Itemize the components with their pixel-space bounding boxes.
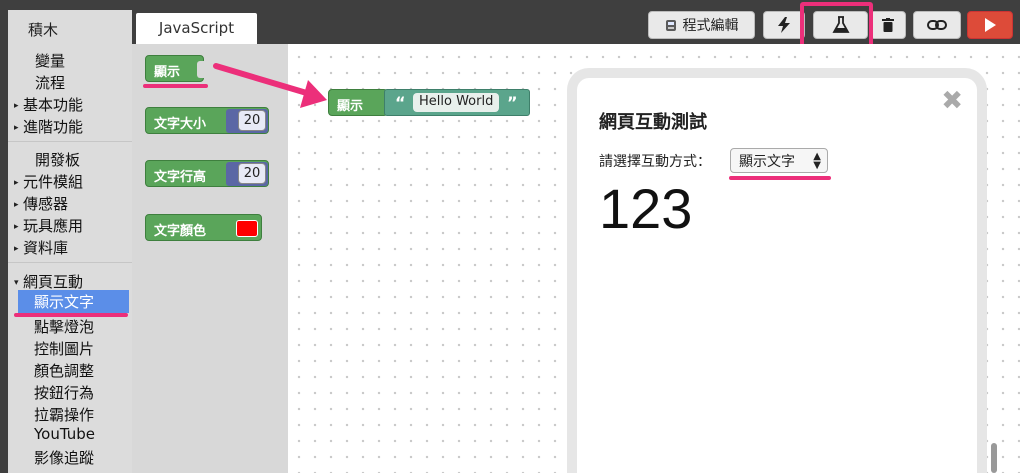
- tab-javascript[interactable]: JavaScript: [136, 13, 257, 44]
- sidebar-item-label: 顯示文字: [34, 293, 95, 311]
- sidebar-subitem-control-image[interactable]: 控制圖片: [34, 338, 94, 359]
- trash-icon: [882, 18, 894, 32]
- sidebar-subitem-color-adjust[interactable]: 顏色調整: [34, 360, 94, 381]
- sidebar-item-toys[interactable]: ▸ 玩具應用: [14, 215, 83, 236]
- sidebar-item-advanced[interactable]: ▸ 進階功能: [14, 116, 83, 137]
- interaction-mode-select[interactable]: 顯示文字 ▲ ▼: [730, 148, 828, 173]
- sidebar-subitem-slider[interactable]: 拉霸操作: [34, 404, 94, 425]
- text-string-block[interactable]: “ Hello World ”: [384, 89, 530, 116]
- select-underline: [729, 176, 831, 180]
- expand-arrow-icon: ▸: [14, 178, 19, 188]
- delete-button[interactable]: [870, 11, 906, 39]
- sidebar-item-components[interactable]: ▸ 元件模組: [14, 171, 83, 192]
- sidebar-subitem-click-bulb[interactable]: 點擊燈泡: [34, 316, 94, 337]
- expand-arrow-icon: ▸: [14, 244, 19, 254]
- line-height-block[interactable]: 文字行高 20: [145, 160, 269, 187]
- robot-icon: [665, 20, 676, 31]
- workspace-show-block[interactable]: 顯示: [328, 89, 388, 116]
- sidebar-divider: [8, 262, 132, 263]
- block-category-sidebar: 變量 流程 ▸ 基本功能 ▸ 進階功能 開發板 ▸ 元件模組 ▸ 傳感器 ▸ 玩具應用 ▸…: [8, 44, 132, 473]
- flash-button[interactable]: [763, 11, 805, 39]
- sidebar-subitem-image-tracking[interactable]: 影像追蹤: [34, 447, 94, 468]
- panel-scrollbar[interactable]: [991, 443, 997, 473]
- lightning-icon: [778, 17, 790, 33]
- close-quote-icon: ”: [507, 93, 518, 112]
- tab-blocks[interactable]: 積木: [8, 10, 132, 44]
- sidebar-subitem-youtube[interactable]: YouTube: [34, 425, 95, 443]
- sidebar-item-dev-board[interactable]: 開發板: [26, 149, 80, 170]
- sidebar-divider: [8, 141, 132, 142]
- sidebar-item-database[interactable]: ▸ 資料庫: [14, 237, 68, 258]
- expand-arrow-icon: ▸: [14, 101, 19, 111]
- interaction-mode-label: 請選擇互動方式：: [599, 154, 711, 170]
- code-edit-button[interactable]: 程式編輯: [648, 11, 755, 39]
- sidebar-subitem-button-behavior[interactable]: 按鈕行為: [34, 382, 94, 403]
- hello-world-text-field[interactable]: Hello World: [413, 93, 500, 112]
- font-color-swatch[interactable]: [236, 220, 258, 237]
- sidebar-item-sensors[interactable]: ▸ 傳感器: [14, 193, 68, 214]
- share-link-button[interactable]: [913, 11, 961, 39]
- display-value: 123: [599, 177, 693, 240]
- close-icon[interactable]: ✖: [941, 86, 963, 116]
- line-height-value[interactable]: 20: [238, 163, 266, 184]
- show-block[interactable]: 顯示: [145, 55, 205, 82]
- font-color-block[interactable]: 文字顏色: [145, 214, 262, 241]
- select-value: 顯示文字: [739, 154, 795, 170]
- web-test-panel: ✖ 網頁互動測試 請選擇互動方式： 顯示文字 ▲ ▼ 123: [567, 68, 997, 473]
- sidebar-item-web-interaction[interactable]: ▾ 網頁互動: [14, 271, 83, 292]
- select-arrows-icon: ▲ ▼: [813, 151, 821, 171]
- show-block-underline: [143, 84, 208, 88]
- sidebar-item-variables[interactable]: 變量: [26, 50, 65, 71]
- panel-title: 網頁互動測試: [599, 112, 707, 133]
- expand-arrow-icon: ▸: [14, 222, 19, 232]
- pink-arrow-annotation: [213, 63, 327, 108]
- open-quote-icon: “: [395, 93, 406, 112]
- link-icon: [927, 20, 947, 30]
- web-test-panel-body: ✖ 網頁互動測試 請選擇互動方式： 顯示文字 ▲ ▼ 123: [577, 78, 977, 473]
- sidebar-item-basic[interactable]: ▸ 基本功能: [14, 94, 83, 115]
- collapse-arrow-icon: ▾: [14, 278, 19, 288]
- expand-arrow-icon: ▸: [14, 123, 19, 133]
- sidebar-item-show-text[interactable]: 顯示文字: [18, 290, 129, 313]
- sidebar-item-flow[interactable]: 流程: [26, 72, 65, 93]
- expand-arrow-icon: ▸: [14, 200, 19, 210]
- code-edit-label: 程式編輯: [682, 18, 739, 34]
- top-bar: 積木 JavaScript 程式編輯: [0, 0, 1020, 51]
- run-button[interactable]: [967, 11, 1013, 39]
- play-icon: [985, 18, 996, 32]
